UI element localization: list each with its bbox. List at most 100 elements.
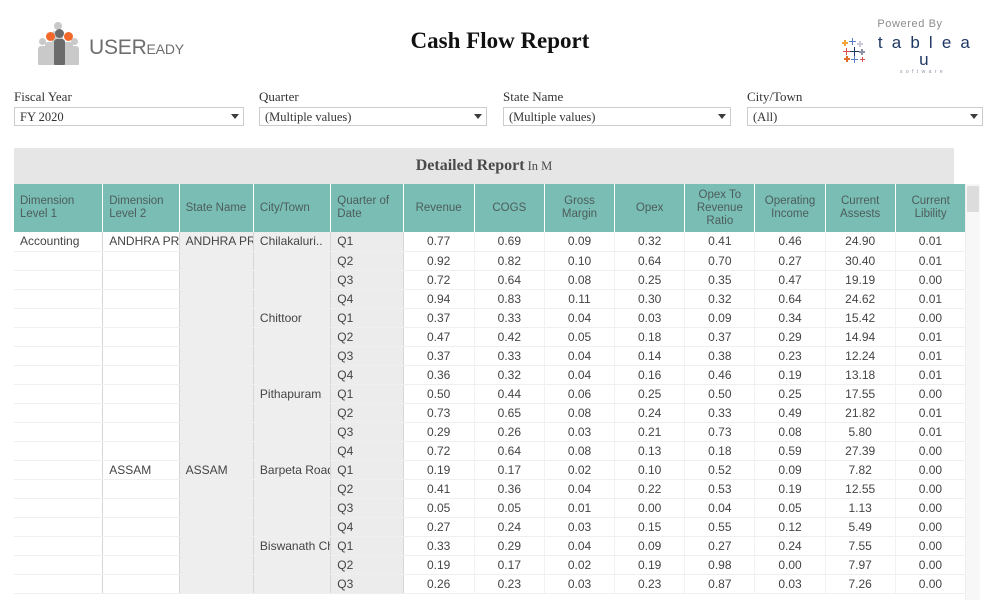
cell-opex: 0.22	[614, 479, 686, 499]
col-header-dimension-level-2[interactable]: Dimension Level 2	[102, 184, 180, 232]
cell-operating-income: 0.59	[754, 441, 826, 461]
table-row[interactable]: Q3 0.72 0.64 0.08 0.25 0.35 0.47 19.19 0.00	[14, 270, 967, 290]
cell-current-libility: 0.00	[895, 479, 967, 499]
cell-city-town	[253, 403, 332, 423]
col-header-current-assests[interactable]: Current Assests	[825, 184, 896, 232]
chevron-down-icon[interactable]	[231, 114, 239, 119]
table-row[interactable]: Q3 0.37 0.33 0.04 0.14 0.38 0.23 12.24 0.01	[14, 346, 967, 366]
cell-state-name	[179, 308, 254, 328]
cell-cogs: 0.05	[474, 498, 545, 518]
cell-revenue: 0.72	[403, 270, 475, 290]
table-row[interactable]: Q3 0.26 0.23 0.03 0.23 0.87 0.03 7.26 0.00	[14, 574, 967, 594]
cell-opex: 0.25	[614, 270, 686, 290]
table-row[interactable]: AccountingANDHRA PRADESHANDHRA PRADESHCh…	[14, 232, 967, 252]
col-header-current-libility[interactable]: Current Libility	[895, 184, 966, 232]
table-row[interactable]: Q2 0.92 0.82 0.10 0.64 0.70 0.27 30.40 0.01	[14, 251, 967, 271]
filter-city-town-value: (All)	[753, 109, 778, 124]
col-header-quarter-of-date[interactable]: Quarter of Date	[330, 184, 404, 232]
col-header-city-town[interactable]: City/Town	[253, 184, 332, 232]
cell-cogs: 0.33	[474, 308, 545, 328]
chevron-down-icon[interactable]	[970, 114, 978, 119]
cell-state-name	[179, 479, 254, 499]
cell-opex-to-revenue-ratio: 0.33	[684, 403, 756, 423]
cell-opex-to-revenue-ratio: 0.50	[684, 384, 756, 404]
cell-city-town	[253, 479, 332, 499]
table-row[interactable]: Q4 0.72 0.64 0.08 0.13 0.18 0.59 27.39 0.00	[14, 441, 967, 461]
chevron-down-icon[interactable]	[474, 114, 482, 119]
report-table-wrapper: Dimension Level 1 Dimension Level 2 Stat…	[14, 184, 984, 600]
chevron-down-icon[interactable]	[718, 114, 726, 119]
cell-current-assests: 24.62	[825, 289, 896, 309]
cell-dimension-level-1	[14, 422, 104, 442]
cell-operating-income: 0.34	[754, 308, 826, 328]
cell-dimension-level-1	[14, 574, 104, 594]
cell-revenue: 0.37	[403, 346, 475, 366]
cell-operating-income: 0.27	[754, 251, 826, 271]
cell-state-name	[179, 555, 254, 575]
table-scrollbar-thumb[interactable]	[967, 186, 979, 212]
col-header-gross-margin[interactable]: Gross Margin	[544, 184, 616, 232]
table-row[interactable]: Q3 0.05 0.05 0.01 0.00 0.04 0.05 1.13 0.00	[14, 498, 967, 518]
cell-gross-margin: 0.03	[544, 574, 616, 594]
cell-state-name	[179, 574, 254, 594]
cell-gross-margin: 0.09	[544, 232, 616, 252]
cell-state-name	[179, 517, 254, 537]
cell-operating-income: 0.09	[754, 460, 826, 480]
cell-opex: 0.24	[614, 403, 686, 423]
cell-current-libility: 0.01	[895, 365, 967, 385]
cell-current-assests: 27.39	[825, 441, 896, 461]
cash-flow-report-dashboard: USEREADY Cash Flow Report Powered By t a…	[0, 0, 1000, 600]
cell-opex: 0.00	[614, 498, 686, 518]
table-row[interactable]: Q4 0.27 0.24 0.03 0.15 0.55 0.12 5.49 0.00	[14, 517, 967, 537]
col-header-operating-income[interactable]: Operating Income	[754, 184, 826, 232]
cell-opex-to-revenue-ratio: 0.09	[684, 308, 756, 328]
cell-state-name	[179, 422, 254, 442]
table-row[interactable]: Q2 0.19 0.17 0.02 0.19 0.98 0.00 7.97 0.00	[14, 555, 967, 575]
col-header-cogs[interactable]: COGS	[474, 184, 545, 232]
cell-current-libility: 0.00	[895, 555, 967, 575]
filter-state-name-dropdown[interactable]: (Multiple values)	[503, 107, 731, 126]
col-header-state-name[interactable]: State Name	[179, 184, 254, 232]
cell-current-assests: 30.40	[825, 251, 896, 271]
cell-revenue: 0.72	[403, 441, 475, 461]
col-header-dimension-level-1[interactable]: Dimension Level 1	[14, 184, 104, 232]
cell-opex-to-revenue-ratio: 0.27	[684, 536, 756, 556]
filter-quarter-dropdown[interactable]: (Multiple values)	[259, 107, 487, 126]
table-row[interactable]: Q3 0.29 0.26 0.03 0.21 0.73 0.08 5.80 0.01	[14, 422, 967, 442]
cell-dimension-level-1	[14, 308, 104, 328]
table-vertical-scrollbar[interactable]	[965, 184, 980, 600]
cell-opex-to-revenue-ratio: 0.52	[684, 460, 756, 480]
cell-dimension-level-2	[102, 289, 180, 309]
col-header-revenue[interactable]: Revenue	[403, 184, 475, 232]
col-header-opex-to-revenue-ratio[interactable]: Opex To Revenue Ratio	[684, 184, 756, 232]
col-header-opex[interactable]: Opex	[614, 184, 686, 232]
cell-operating-income: 0.08	[754, 422, 826, 442]
cell-cogs: 0.26	[474, 422, 545, 442]
table-row[interactable]: Chittoor Q1 0.37 0.33 0.04 0.03 0.09 0.34 15.42 0…	[14, 308, 967, 328]
table-row[interactable]: Q4 0.36 0.32 0.04 0.16 0.46 0.19 13.18 0.01	[14, 365, 967, 385]
cell-current-assests: 7.26	[825, 574, 896, 594]
table-row[interactable]: Biswanath CharialiQ10.330.290.040.090.27…	[14, 536, 967, 556]
table-row[interactable]: Q4 0.94 0.83 0.11 0.30 0.32 0.64 24.62 0.01	[14, 289, 967, 309]
cell-gross-margin: 0.02	[544, 555, 616, 575]
filter-city-town-dropdown[interactable]: (All)	[747, 107, 983, 126]
filter-city-town-label: City/Town	[747, 89, 803, 104]
cell-quarter-of-date: Q2	[330, 251, 404, 271]
cell-cogs: 0.24	[474, 517, 545, 537]
table-row[interactable]: Pithapuram Q1 0.50 0.44 0.06 0.25 0.50 0.25 17.5…	[14, 384, 967, 404]
cell-current-assests: 14.94	[825, 327, 896, 347]
cell-operating-income: 0.23	[754, 346, 826, 366]
filter-state-name: State Name (Multiple values)	[503, 90, 731, 126]
cell-gross-margin: 0.04	[544, 365, 616, 385]
cell-city-town: Pithapuram	[253, 384, 332, 404]
cell-operating-income: 0.46	[754, 232, 826, 252]
table-row[interactable]: Q2 0.41 0.36 0.04 0.22 0.53 0.19 12.55 0.00	[14, 479, 967, 499]
table-row[interactable]: ASSAM ASSAM Barpeta Road Q1 0.19 0.17 0.02 0.10…	[14, 460, 967, 480]
cell-dimension-level-1	[14, 346, 104, 366]
cell-revenue: 0.05	[403, 498, 475, 518]
cell-opex: 0.32	[614, 232, 686, 252]
table-row[interactable]: Q2 0.47 0.42 0.05 0.18 0.37 0.29 14.94 0.01	[14, 327, 967, 347]
filter-fiscal-year-dropdown[interactable]: FY 2020	[14, 107, 244, 126]
table-row[interactable]: Q2 0.73 0.65 0.08 0.24 0.33 0.49 21.82 0.01	[14, 403, 967, 423]
cell-cogs: 0.42	[474, 327, 545, 347]
